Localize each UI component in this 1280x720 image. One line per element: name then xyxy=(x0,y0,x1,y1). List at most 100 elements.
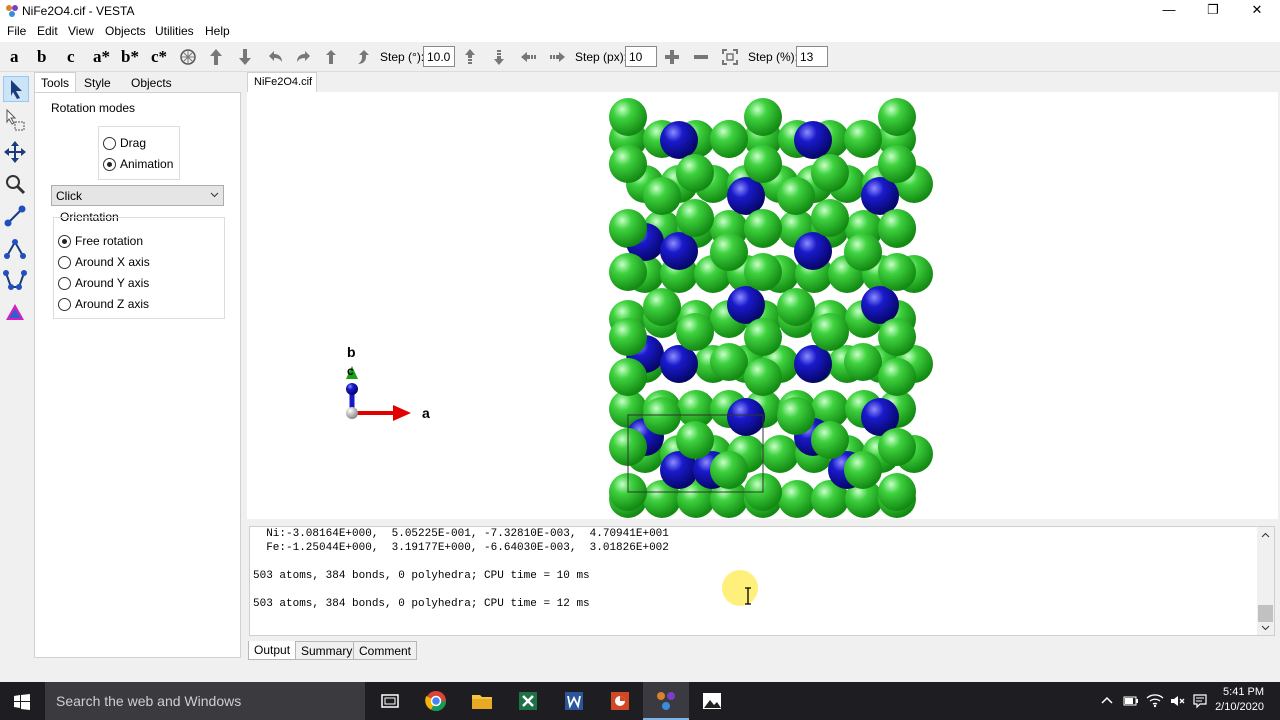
oxygen-atom[interactable] xyxy=(609,98,647,136)
menu-utilities[interactable]: Utilities xyxy=(155,24,194,38)
zoom-in-icon[interactable] xyxy=(662,47,682,67)
metal-atom[interactable] xyxy=(727,177,765,215)
rotate-cw-icon[interactable] xyxy=(352,47,372,67)
oxygen-atom[interactable] xyxy=(878,209,916,247)
oxygen-atom[interactable] xyxy=(744,253,782,291)
action-center-icon[interactable] xyxy=(1192,693,1208,709)
oxygen-atom[interactable] xyxy=(710,120,748,158)
metal-atom[interactable] xyxy=(660,121,698,159)
step-pixels-input[interactable] xyxy=(625,46,657,67)
oxygen-atom[interactable] xyxy=(811,154,849,192)
oxygen-atom[interactable] xyxy=(844,451,882,489)
structure-viewport[interactable]: b c a xyxy=(247,92,1278,519)
select-tool-button[interactable] xyxy=(3,76,29,102)
tab-tools[interactable]: Tools xyxy=(34,72,76,92)
trigger-select[interactable]: Click xyxy=(51,185,224,206)
view-along-c-button[interactable]: c xyxy=(67,47,75,67)
clock[interactable]: 5:41 PM 2/10/2020 xyxy=(1214,686,1264,713)
translate-tool-button[interactable] xyxy=(3,140,29,166)
minimize-button[interactable]: — xyxy=(1146,0,1192,22)
oxygen-atom[interactable] xyxy=(643,177,681,215)
lattice-plane-tool-button[interactable] xyxy=(3,300,29,326)
oxygen-atom[interactable] xyxy=(811,199,849,237)
dihedral-tool-button[interactable] xyxy=(3,268,29,294)
zoom-out-icon[interactable] xyxy=(691,47,711,67)
chrome-icon[interactable] xyxy=(424,689,448,713)
standard-orientation-icon[interactable] xyxy=(178,47,198,67)
menu-help[interactable]: Help xyxy=(205,24,230,38)
oxygen-atom[interactable] xyxy=(676,199,714,237)
taskbar-active-app[interactable] xyxy=(643,682,689,720)
battery-icon[interactable] xyxy=(1123,693,1139,709)
oxygen-atom[interactable] xyxy=(744,98,782,136)
oxygen-atom[interactable] xyxy=(844,233,882,271)
task-view-icon[interactable] xyxy=(378,689,402,713)
oxygen-atom[interactable] xyxy=(878,473,916,511)
view-along-b-button[interactable]: b xyxy=(37,47,46,67)
select-region-tool-button[interactable] xyxy=(3,108,29,134)
oxygen-atom[interactable] xyxy=(744,358,782,396)
output-console[interactable]: Ni:-3.08164E+000, 5.05225E-001, -7.32810… xyxy=(249,526,1275,636)
metal-atom[interactable] xyxy=(794,232,832,270)
step-percent-input[interactable] xyxy=(796,46,828,67)
rotate-left-icon[interactable] xyxy=(265,47,285,67)
oxygen-atom[interactable] xyxy=(878,253,916,291)
translate-right-icon[interactable] xyxy=(547,47,567,67)
rotate-up-icon[interactable] xyxy=(206,47,226,67)
translate-down-icon[interactable] xyxy=(489,47,509,67)
tab-comment[interactable]: Comment xyxy=(353,641,418,660)
tab-style[interactable]: Style xyxy=(78,73,120,93)
oxygen-atom[interactable] xyxy=(609,145,647,183)
tab-output[interactable]: Output xyxy=(248,641,297,660)
oxygen-atom[interactable] xyxy=(676,154,714,192)
metal-atom[interactable] xyxy=(794,345,832,383)
oxygen-atom[interactable] xyxy=(777,288,815,326)
oxygen-atom[interactable] xyxy=(643,288,681,326)
oxygen-atom[interactable] xyxy=(609,318,647,356)
scroll-down-icon[interactable] xyxy=(1261,625,1270,631)
crystal-structure[interactable]: b c a xyxy=(247,92,1278,519)
photos-icon[interactable] xyxy=(700,689,724,713)
scroll-up-icon[interactable] xyxy=(1261,532,1270,538)
step-degrees-input[interactable] xyxy=(423,46,455,67)
oxygen-atom[interactable] xyxy=(761,435,799,473)
oxygen-atom[interactable] xyxy=(878,98,916,136)
wifi-icon[interactable] xyxy=(1146,692,1164,708)
restore-button[interactable]: ❐ xyxy=(1190,0,1236,22)
oxygen-atom[interactable] xyxy=(609,358,647,396)
view-along-a-button[interactable]: a xyxy=(10,47,19,67)
oxygen-atom[interactable] xyxy=(778,480,816,518)
tab-objects[interactable]: Objects xyxy=(125,73,181,93)
oxygen-atom[interactable] xyxy=(710,233,748,271)
metal-atom[interactable] xyxy=(660,232,698,270)
magnify-tool-button[interactable] xyxy=(3,172,29,198)
oxygen-atom[interactable] xyxy=(878,428,916,466)
menu-objects[interactable]: Objects xyxy=(105,24,146,38)
document-tab[interactable]: NiFe2O4.cif xyxy=(247,72,317,92)
oxygen-atom[interactable] xyxy=(676,313,714,351)
translate-up-icon[interactable] xyxy=(460,47,480,67)
menu-file[interactable]: File xyxy=(7,24,26,38)
scroll-thumb[interactable] xyxy=(1258,605,1273,622)
oxygen-atom[interactable] xyxy=(744,145,782,183)
output-scrollbar[interactable] xyxy=(1257,527,1274,635)
oxygen-atom[interactable] xyxy=(710,343,748,381)
view-along-c-star-button[interactable]: c* xyxy=(151,47,167,67)
oxygen-atom[interactable] xyxy=(643,397,681,435)
view-along-a-star-button[interactable]: a* xyxy=(93,47,110,67)
rotate-right-icon[interactable] xyxy=(294,47,314,67)
oxygen-atom[interactable] xyxy=(878,358,916,396)
taskbar-search[interactable]: Search the web and Windows xyxy=(45,682,365,720)
close-button[interactable]: ✕ xyxy=(1234,0,1280,22)
menu-view[interactable]: View xyxy=(68,24,94,38)
volume-muted-icon[interactable] xyxy=(1169,693,1185,709)
oxygen-atom[interactable] xyxy=(844,343,882,381)
oxygen-atom[interactable] xyxy=(744,318,782,356)
metal-atom[interactable] xyxy=(861,177,899,215)
distance-tool-button[interactable] xyxy=(3,204,29,230)
metal-atom[interactable] xyxy=(727,398,765,436)
oxygen-atom[interactable] xyxy=(744,209,782,247)
oxygen-atom[interactable] xyxy=(811,421,849,459)
menu-edit[interactable]: Edit xyxy=(37,24,58,38)
oxygen-atom[interactable] xyxy=(777,177,815,215)
